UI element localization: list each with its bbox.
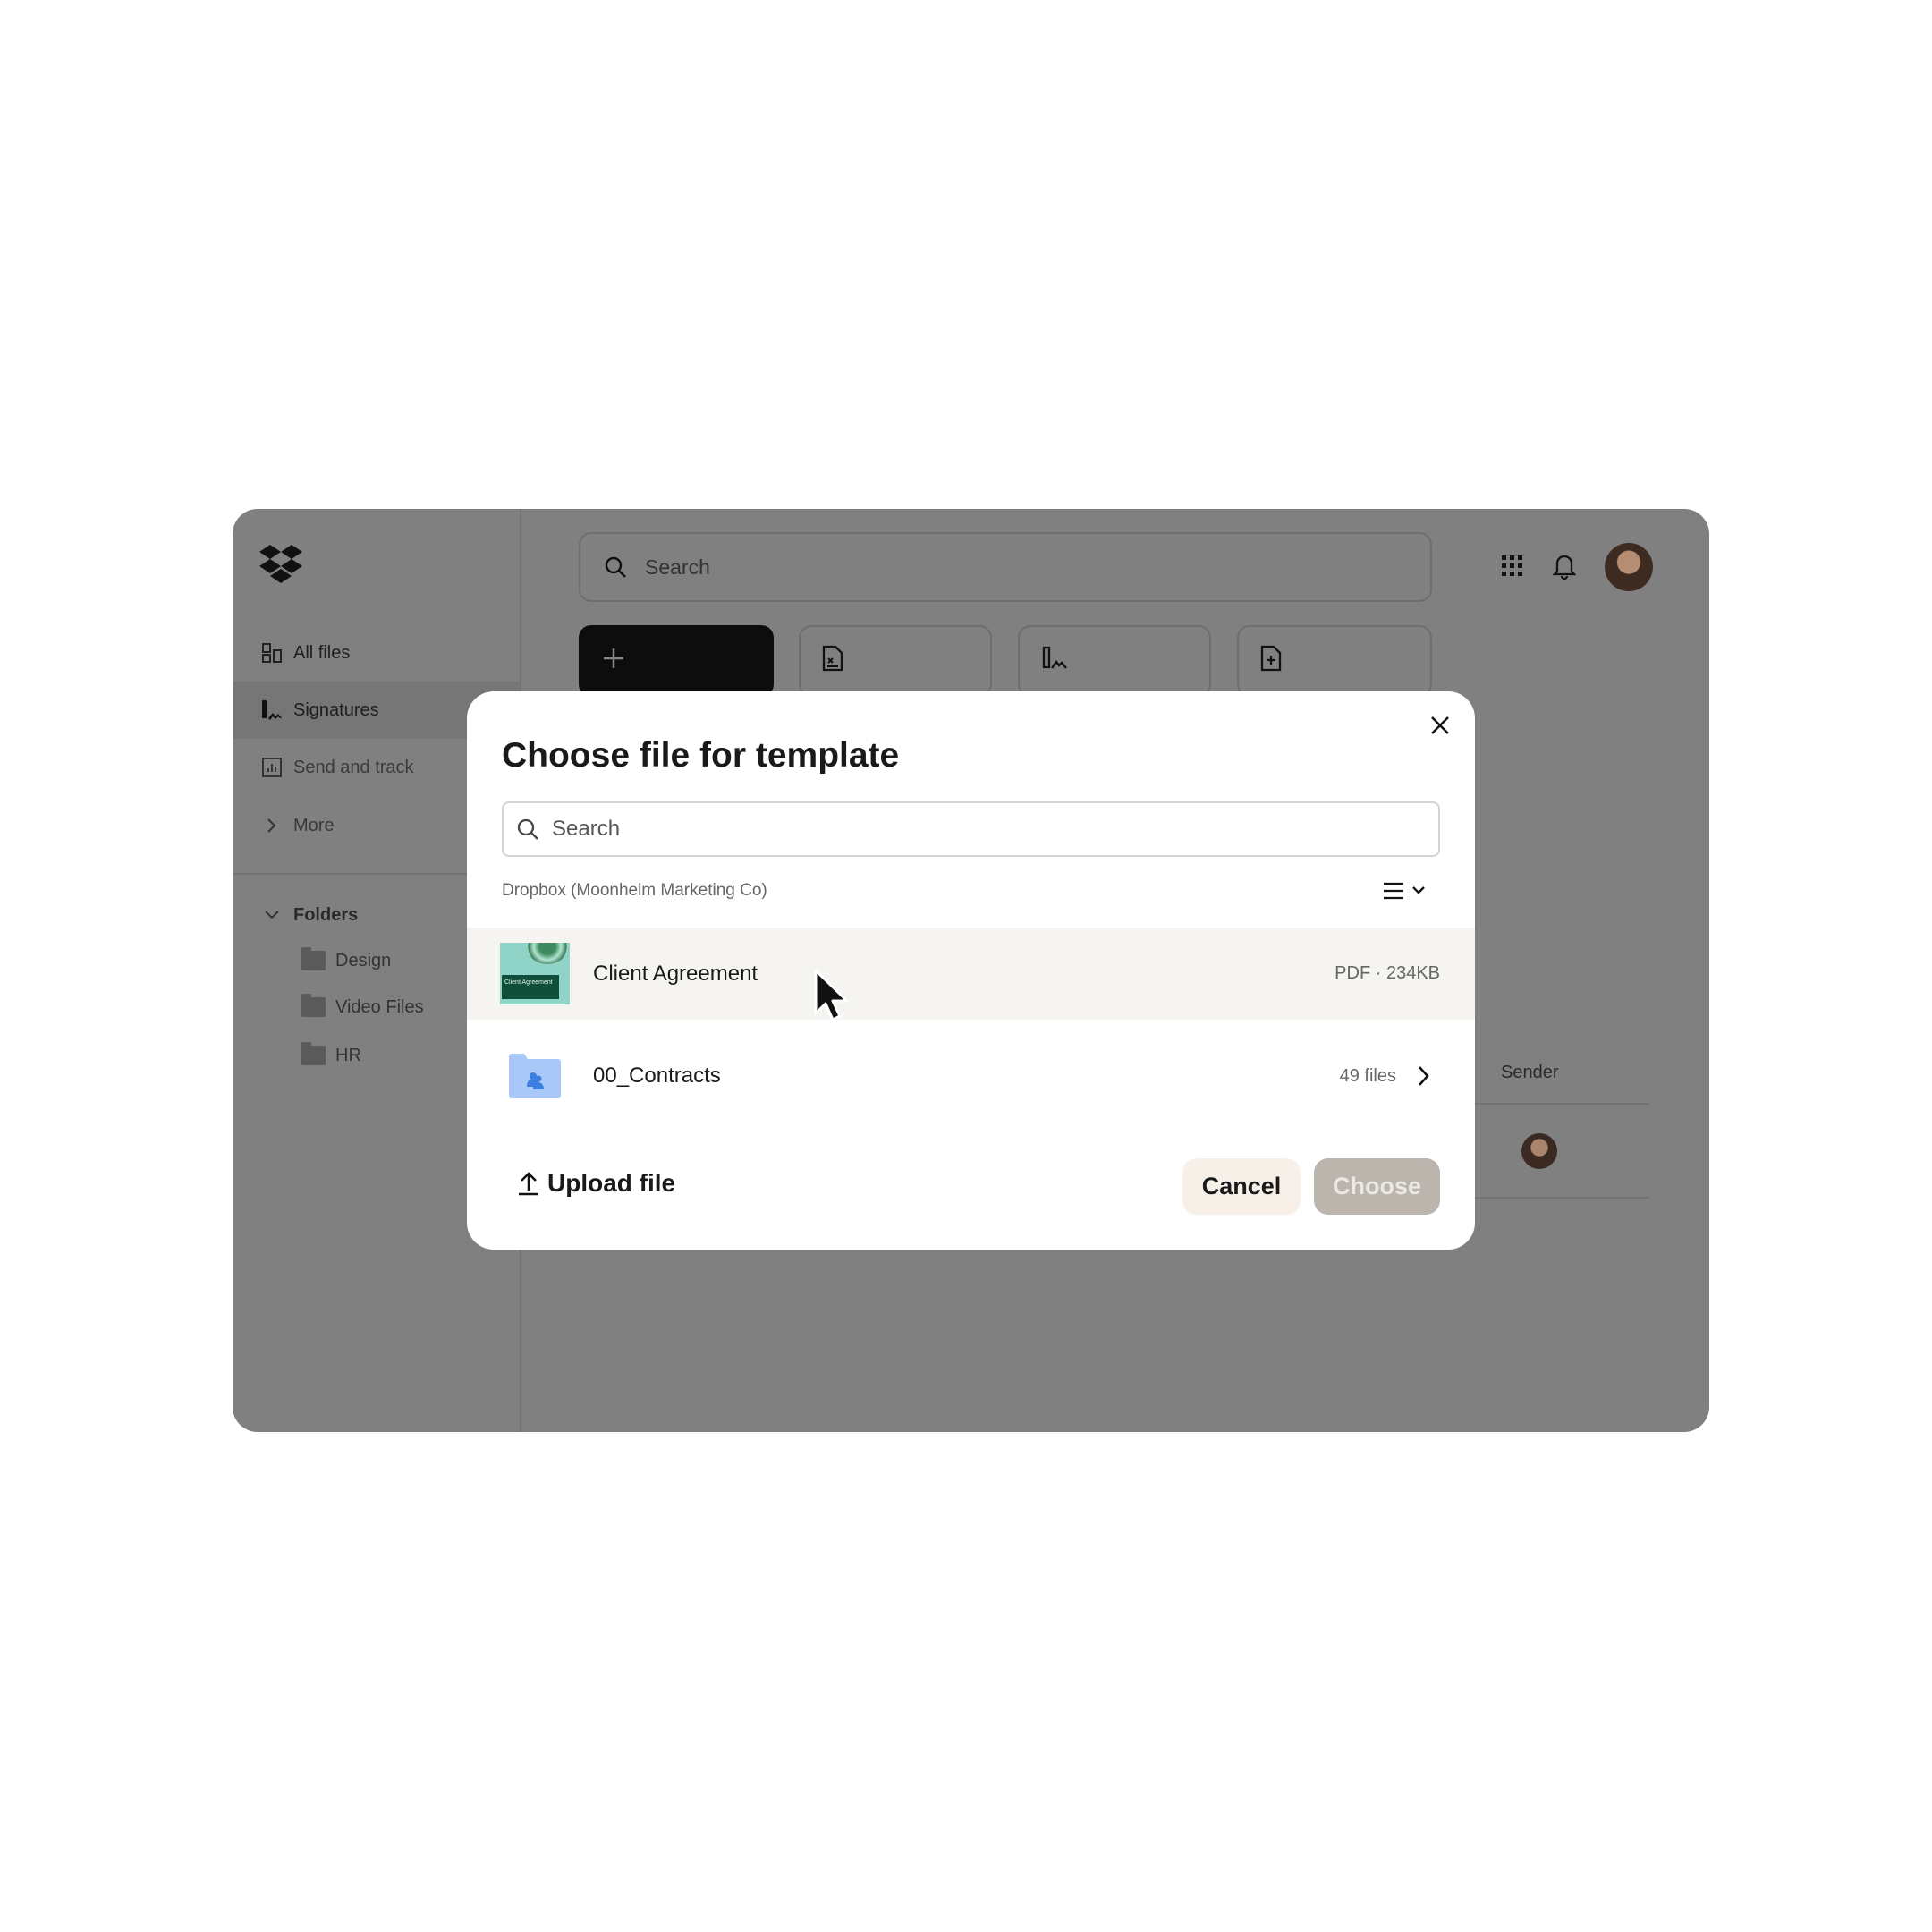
sidebar-item-label: Send and track [293,757,414,777]
upload-file-button[interactable]: Upload file [517,1169,675,1198]
folder-name: 00_Contracts [593,1063,721,1088]
choose-button[interactable]: Choose [1314,1158,1440,1215]
search-icon [605,556,626,578]
view-options-button[interactable] [1383,881,1426,901]
choose-file-modal: Choose file for template Search Dropbox … [467,691,1475,1250]
folder-row-00-contracts[interactable]: 00_Contracts 49 files [467,1031,1475,1121]
chevron-down-icon [1412,886,1425,894]
chevron-down-icon [259,909,284,921]
file-row-client-agreement[interactable]: Client Agreement Client Agreement PDF · … [467,928,1475,1020]
dropbox-logo-icon[interactable] [259,545,302,584]
chart-icon [259,758,284,777]
close-icon[interactable] [1430,716,1450,735]
user-avatar[interactable] [1605,543,1653,591]
search-icon [517,818,538,840]
apps-grid-icon[interactable] [1501,555,1524,578]
search-placeholder: Search [645,555,710,579]
sidebar-folder-design[interactable]: Design [301,943,391,979]
table-divider [1467,1197,1649,1199]
file-meta: PDF · 234KB [1335,963,1440,983]
create-template-button[interactable] [1237,625,1432,697]
shared-folder-icon [509,1054,561,1098]
folder-label: HR [335,1045,361,1065]
upload-label: Upload file [547,1169,676,1197]
sender-column-header: Sender [1501,1063,1559,1082]
folder-meta: 49 files [1339,1065,1396,1086]
file-thumbnail: Client Agreement [500,943,570,1004]
mouse-cursor-icon [814,969,849,1021]
folder-icon [301,947,326,970]
sidebar-item-label: Signatures [293,699,379,720]
sidebar-folder-video-files[interactable]: Video Files [301,989,424,1025]
chevron-right-icon [259,818,284,834]
bell-icon[interactable] [1553,553,1576,580]
cancel-button[interactable]: Cancel [1182,1158,1301,1215]
signature-icon [1042,646,1067,669]
sidebar-item-label: All files [293,642,351,663]
modal-search-input[interactable]: Search [502,801,1440,857]
breadcrumb[interactable]: Dropbox (Moonhelm Marketing Co) [502,881,767,901]
search-placeholder: Search [552,817,621,841]
folder-icon [301,994,326,1017]
upload-icon [519,1172,538,1196]
request-signature-button[interactable] [1018,625,1211,697]
folder-label: Video Files [335,996,424,1017]
modal-title: Choose file for template [502,736,900,775]
all-files-icon [259,643,284,663]
sidebar-folder-hr[interactable]: HR [301,1038,361,1073]
folder-label: Design [335,950,392,970]
create-button[interactable] [579,625,774,697]
thumbnail-label: Client Agreement [502,975,559,999]
sender-avatar [1521,1133,1557,1169]
list-view-icon [1384,882,1403,900]
sidebar-item-all-files[interactable]: All files [233,624,521,682]
file-name: Client Agreement [593,961,758,986]
chevron-right-icon[interactable] [1418,1065,1430,1087]
sign-document-button[interactable] [799,625,992,697]
global-search-input[interactable]: Search [579,532,1432,602]
table-divider [1467,1103,1649,1105]
signature-icon [259,699,284,722]
sidebar-item-label: More [293,815,335,835]
document-sign-icon [822,645,843,672]
document-add-icon [1260,645,1282,672]
folder-icon [301,1042,326,1065]
folders-label: Folders [293,904,359,925]
plus-icon [604,648,623,668]
